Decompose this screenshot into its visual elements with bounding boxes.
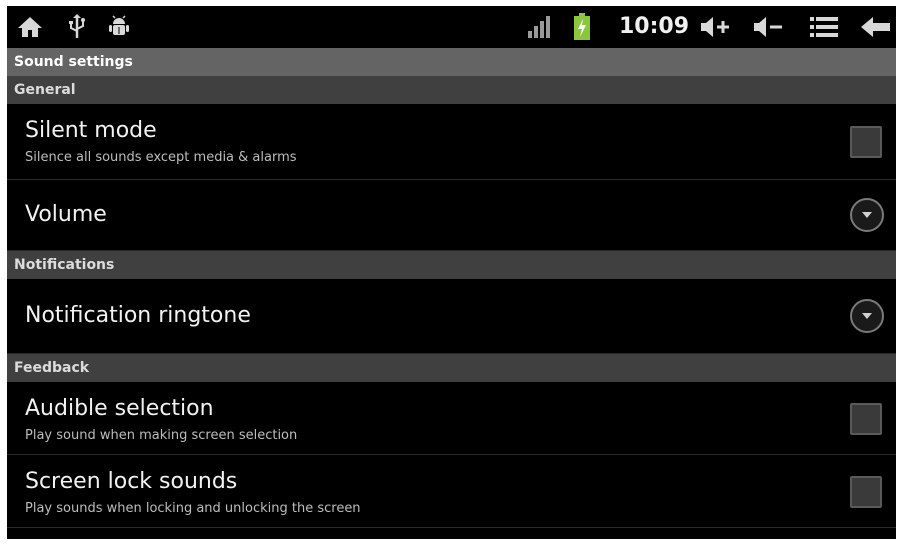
section-header-notifications: Notifications	[7, 251, 896, 279]
android-debug-icon	[106, 6, 132, 48]
volume-chevron-down-icon[interactable]	[850, 198, 884, 232]
device-screen: 10:09 Sound settings General Silent mode…	[7, 6, 896, 539]
setting-audible-selection[interactable]: Audible selection Play sound when making…	[7, 382, 896, 455]
notification-ringtone-title: Notification ringtone	[25, 303, 251, 328]
menu-icon[interactable]	[808, 6, 840, 48]
status-bar: 10:09	[7, 6, 896, 48]
screen-lock-sounds-title: Screen lock sounds	[25, 469, 238, 494]
battery-charging-icon	[571, 6, 593, 48]
silent-mode-title: Silent mode	[25, 118, 157, 143]
setting-volume[interactable]: Volume	[7, 180, 896, 251]
silent-mode-checkbox[interactable]	[850, 126, 882, 158]
setting-silent-mode[interactable]: Silent mode Silence all sounds except me…	[7, 104, 896, 180]
clock: 10:09	[619, 14, 690, 39]
volume-down-icon[interactable]	[750, 6, 786, 48]
setting-screen-lock-sounds[interactable]: Screen lock sounds Play sounds when lock…	[7, 455, 896, 528]
section-header-general: General	[7, 76, 896, 104]
section-header-feedback: Feedback	[7, 354, 896, 382]
silent-mode-summary: Silence all sounds except media & alarms	[25, 150, 297, 165]
audible-selection-title: Audible selection	[25, 396, 214, 421]
volume-title: Volume	[25, 202, 107, 227]
page-title: Sound settings	[7, 48, 896, 76]
screen-lock-sounds-summary: Play sounds when locking and unlocking t…	[25, 501, 361, 516]
screen-lock-sounds-checkbox[interactable]	[850, 476, 882, 508]
notification-ringtone-chevron-down-icon[interactable]	[850, 299, 884, 333]
home-icon[interactable]	[15, 6, 45, 48]
signal-icon	[525, 6, 553, 48]
setting-notification-ringtone[interactable]: Notification ringtone	[7, 279, 896, 354]
volume-up-icon[interactable]	[697, 6, 733, 48]
back-icon[interactable]	[860, 6, 892, 48]
usb-icon	[65, 6, 89, 48]
audible-selection-checkbox[interactable]	[850, 403, 882, 435]
audible-selection-summary: Play sound when making screen selection	[25, 428, 298, 443]
